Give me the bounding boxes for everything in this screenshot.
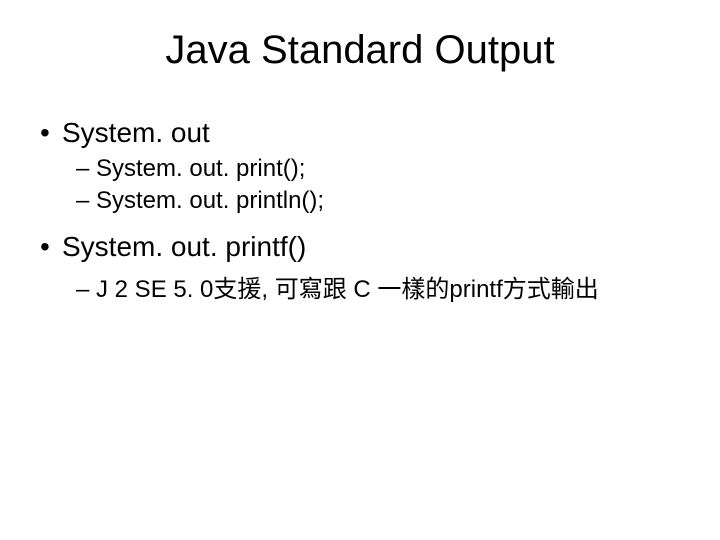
bullet-text: System. out. printf() <box>40 231 306 262</box>
slide-title: Java Standard Output <box>30 28 690 73</box>
sub-list: J 2 SE 5. 0支援, 可寫跟 C 一樣的printf方式輸出 <box>40 269 690 304</box>
list-item: System. out System. out. print(); System… <box>40 117 690 215</box>
sub-bullet-text: System. out. print(); <box>96 155 305 182</box>
list-item: System. out. print(); <box>76 155 690 183</box>
slide: Java Standard Output System. out System.… <box>0 0 720 540</box>
sub-bullet-text: J 2 SE 5. 0支援, 可寫跟 C 一樣的printf方式輸出 <box>96 276 599 303</box>
list-item: System. out. println(); <box>76 187 690 215</box>
bullet-text: System. out <box>40 117 210 148</box>
list-item: System. out. printf() J 2 SE 5. 0支援, 可寫跟… <box>40 231 690 304</box>
list-item: J 2 SE 5. 0支援, 可寫跟 C 一樣的printf方式輸出 <box>76 269 690 304</box>
bullet-list: System. out System. out. print(); System… <box>30 117 690 304</box>
sub-bullet-text: System. out. println(); <box>96 187 324 214</box>
sub-list: System. out. print(); System. out. print… <box>40 155 690 215</box>
